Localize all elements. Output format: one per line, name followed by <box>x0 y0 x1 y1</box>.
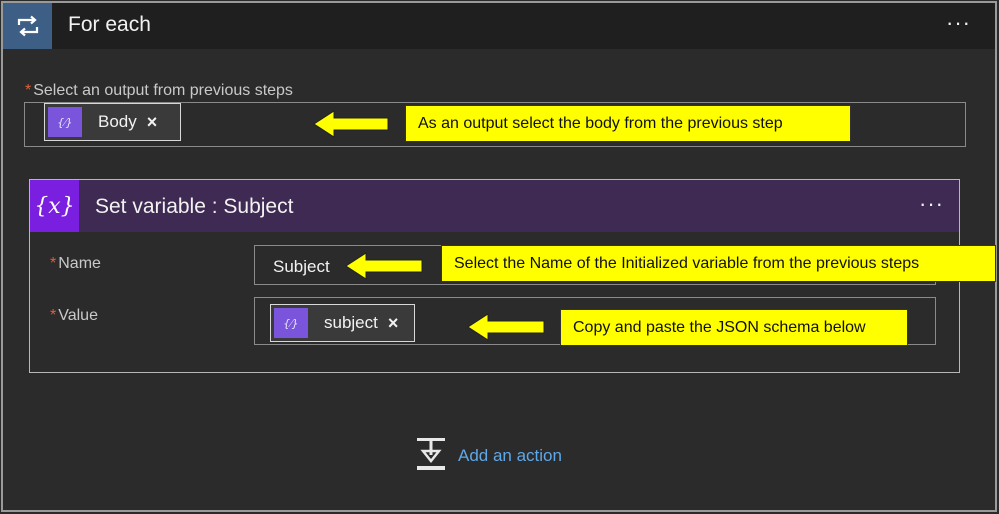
value-label-text: Value <box>58 307 98 324</box>
loop-icon <box>3 3 52 49</box>
name-label-text: Name <box>58 255 101 272</box>
set-variable-more-menu-icon[interactable]: ··· <box>919 193 944 215</box>
add-action-icon[interactable] <box>416 437 446 478</box>
required-mark: * <box>50 307 57 324</box>
arrow-left-icon <box>345 252 423 280</box>
arrow-left-icon <box>467 313 545 341</box>
foreach-more-menu-icon[interactable]: ··· <box>946 12 971 34</box>
output-field-label: * Select an output from previous steps <box>25 82 293 100</box>
foreach-header[interactable] <box>3 3 995 49</box>
remove-body-token-icon[interactable]: × <box>147 112 158 133</box>
add-action-link[interactable]: Add an action <box>458 446 562 466</box>
required-mark: * <box>25 82 32 99</box>
subject-token-label: subject <box>324 313 378 332</box>
value-field-label: * Value <box>50 307 98 325</box>
variable-icon: {𝑥} <box>30 180 79 232</box>
output-label-text: Select an output from previous steps <box>33 82 293 99</box>
name-input-value: Subject <box>273 257 330 276</box>
set-variable-title: Set variable : Subject <box>95 195 294 218</box>
required-mark: * <box>50 255 57 272</box>
remove-subject-token-icon[interactable]: × <box>388 313 399 334</box>
body-token-label: Body <box>98 112 137 131</box>
expression-token-icon: {⁄} <box>274 308 308 338</box>
foreach-title: For each <box>68 13 151 36</box>
annotation-output: As an output select the body from the pr… <box>405 105 851 142</box>
body-token[interactable]: {⁄} Body × <box>44 103 181 141</box>
arrow-left-icon <box>313 110 389 138</box>
expression-token-icon: {⁄} <box>48 107 82 137</box>
annotation-value: Copy and paste the JSON schema below <box>560 309 908 346</box>
name-field-label: * Name <box>50 255 101 273</box>
subject-token[interactable]: {⁄} subject × <box>270 304 415 342</box>
annotation-name: Select the Name of the Initialized varia… <box>441 245 996 282</box>
